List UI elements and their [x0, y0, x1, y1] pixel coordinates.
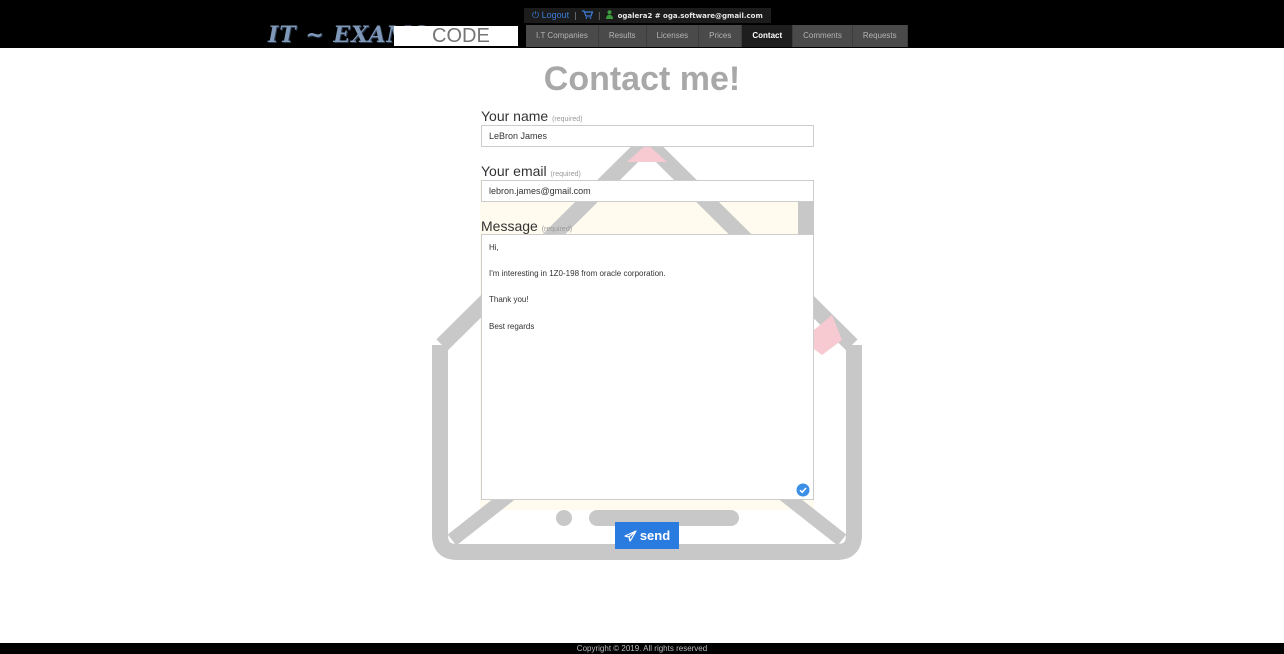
send-button[interactable]: send	[615, 522, 679, 549]
message-label: Message (required)	[481, 218, 572, 234]
nav-item-licenses[interactable]: Licenses	[646, 25, 700, 47]
check-circle-icon[interactable]	[796, 483, 810, 497]
footer: Copyright © 2019. All rights reserved	[0, 643, 1284, 654]
name-field[interactable]: LeBron James	[481, 125, 814, 147]
required-note: (required)	[552, 116, 583, 123]
user-icon	[605, 10, 613, 21]
main-nav: I.T Companies Results Licenses Prices Co…	[526, 25, 908, 47]
cart-icon[interactable]	[581, 9, 594, 22]
message-line: Hi,	[489, 243, 499, 252]
logout-icon: ⏻	[532, 10, 540, 20]
separator: |	[574, 11, 577, 20]
required-note: (required)	[541, 226, 573, 233]
nav-item-comments[interactable]: Comments	[793, 25, 853, 47]
page-title: Contact me!	[543, 60, 741, 98]
email-field[interactable]: lebron.james@gmail.com	[481, 180, 814, 202]
nav-item-it-companies[interactable]: I.T Companies	[526, 25, 599, 47]
message-label-text: Message	[481, 218, 538, 234]
separator: |	[597, 11, 601, 20]
username[interactable]: ogalera2 # oga.software@gmail.com	[618, 12, 763, 20]
message-line: I'm interesting in 1Z0-198 from oracle c…	[489, 269, 666, 278]
send-label: send	[639, 528, 671, 543]
paper-plane-icon	[624, 529, 637, 542]
top-bar: ⏻ Logout | | ogalera2 # oga.software@gma…	[0, 0, 1284, 48]
required-note: (required)	[550, 171, 581, 178]
nav-item-prices[interactable]: Prices	[699, 25, 743, 47]
message-line: Thank you!	[489, 295, 529, 304]
email-label-text: Your email	[481, 163, 547, 179]
logout-label: Logout	[541, 10, 570, 20]
email-label: Your email (required)	[481, 163, 581, 179]
name-label: Your name (required)	[481, 108, 582, 124]
nav-item-results[interactable]: Results	[598, 25, 647, 47]
name-label-text: Your name	[481, 108, 549, 124]
nav-item-contact[interactable]: Contact	[742, 25, 794, 47]
logout-link[interactable]: ⏻ Logout	[532, 10, 569, 21]
message-textarea[interactable]: Hi, I'm interesting in 1Z0-198 from orac…	[481, 234, 814, 500]
copyright-text: Copyright © 2019. All rights reserved	[576, 644, 708, 653]
nav-item-requests[interactable]: Requests	[852, 25, 908, 47]
user-bar: ⏻ Logout | | ogalera2 # oga.software@gma…	[524, 8, 771, 23]
code-search-input[interactable]	[394, 26, 518, 46]
message-line: Best regards	[489, 322, 535, 331]
